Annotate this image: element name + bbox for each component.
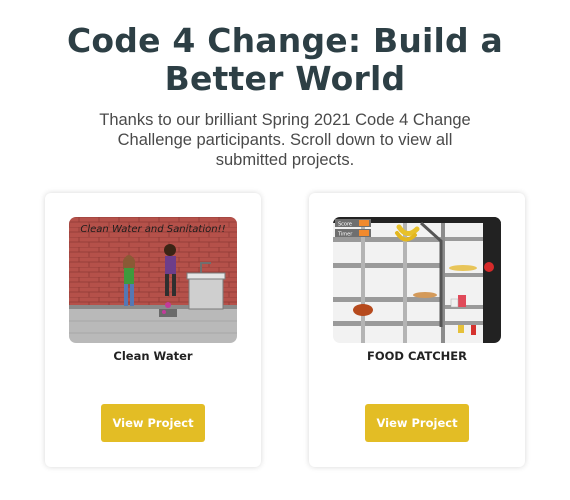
- view-project-button-clean-water[interactable]: View Project: [101, 404, 205, 442]
- project-card-food-catcher: Score Timer FOOD CATCHER View Project: [309, 193, 525, 467]
- page: Code 4 Change: Build a Better World Than…: [0, 0, 570, 500]
- view-project-button-food-catcher[interactable]: View Project: [365, 404, 469, 442]
- thumbnail-caption: Clean Water and Sanitation!!: [80, 224, 225, 235]
- project-thumbnail-clean-water[interactable]: Clean Water and Sanitation!!: [69, 217, 237, 343]
- food-catcher-scene-image: Score Timer: [333, 217, 501, 343]
- page-title-line-1: Code 4 Change: Build a: [66, 21, 504, 60]
- project-card-clean-water: Clean Water and Sanitation!! Clean Water…: [45, 193, 261, 467]
- clean-water-scene-image: Clean Water and Sanitation!!: [69, 217, 237, 343]
- page-title-line-2: Better World: [164, 59, 406, 98]
- subtitle-line-3: submitted projects.: [215, 151, 355, 169]
- project-title: Clean Water: [113, 349, 193, 363]
- page-title: Code 4 Change: Build a Better World: [0, 22, 570, 98]
- subtitle-line-2: Challenge participants. Scroll down to v…: [117, 131, 453, 149]
- score-label: Score: [338, 222, 352, 228]
- subtitle-line-1: Thanks to our brilliant Spring 2021 Code…: [99, 111, 471, 129]
- project-thumbnail-food-catcher[interactable]: Score Timer: [333, 217, 501, 343]
- project-title: FOOD CATCHER: [366, 349, 468, 363]
- timer-label: Timer: [337, 232, 353, 238]
- page-subtitle: Thanks to our brilliant Spring 2021 Code…: [70, 110, 500, 170]
